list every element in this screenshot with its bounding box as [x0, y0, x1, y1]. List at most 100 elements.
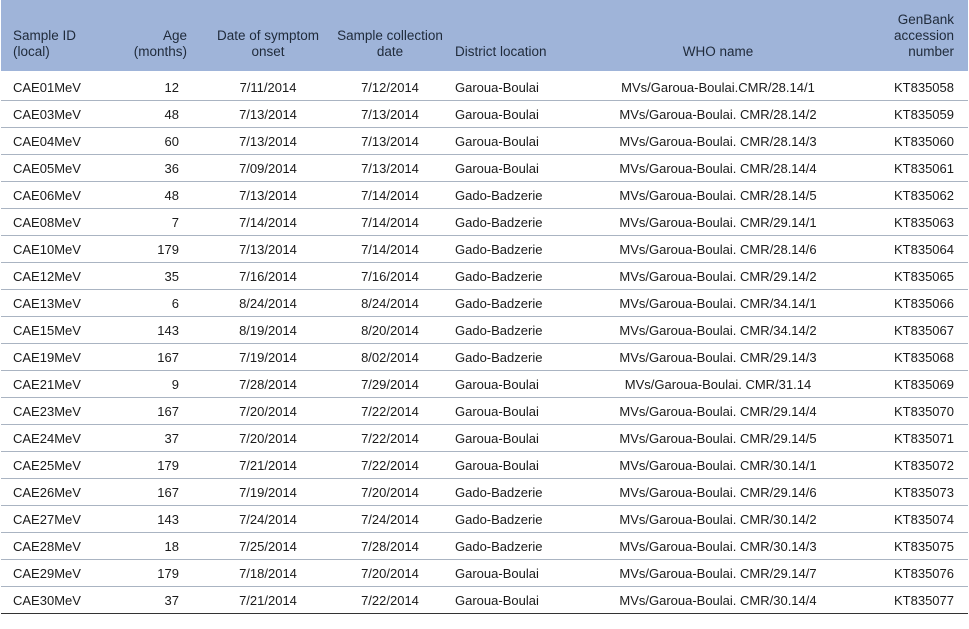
cell-who-name: MVs/Garoua-Boulai. CMR/34.14/2: [619, 322, 817, 338]
header-row: Sample ID (local) Age (months) Date of s…: [1, 0, 968, 71]
cell-collection-date: 7/20/2014: [361, 484, 419, 500]
cell-age: 167: [157, 403, 179, 419]
cell-district: Garoua-Boulai: [455, 106, 539, 122]
table-row: CAE01MeV 12 7/11/2014 7/12/2014 Garoua-Boula…: [1, 71, 968, 101]
cell-age: 9: [171, 376, 179, 392]
cell-age: 167: [157, 484, 179, 500]
cell-sample-id: CAE01MeV: [13, 79, 81, 95]
col-header-collection-date: Sample collection date: [337, 28, 443, 59]
table-row: CAE08MeV 7 7/14/2014 7/14/2014 Gado-Badzerie…: [1, 209, 968, 236]
table-row: CAE26MeV 167 7/19/2014 7/20/2014 Gado-Badzer…: [1, 479, 968, 506]
cell-sample-id: CAE29MeV: [13, 565, 81, 581]
cell-genbank: KT835070: [894, 403, 954, 419]
cell-sample-id: CAE05MeV: [13, 160, 81, 176]
cell-symptom-onset: 8/24/2014: [239, 295, 297, 311]
cell-symptom-onset: 7/19/2014: [239, 349, 297, 365]
cell-genbank: KT835069: [894, 376, 954, 392]
cell-symptom-onset: 7/11/2014: [239, 79, 297, 95]
cell-who-name: MVs/Garoua-Boulai. CMR/30.14/1: [619, 457, 817, 473]
cell-district: Gado-Badzerie: [455, 295, 543, 311]
cell-age: 179: [157, 565, 179, 581]
cell-who-name: MVs/Garoua-Boulai. CMR/28.14/5: [619, 187, 817, 203]
cell-genbank: KT835077: [894, 592, 954, 608]
cell-district: Garoua-Boulai: [455, 376, 539, 392]
measles-samples-table: Sample ID (local) Age (months) Date of s…: [1, 0, 968, 614]
cell-sample-id: CAE25MeV: [13, 457, 81, 473]
cell-collection-date: 7/22/2014: [361, 403, 419, 419]
cell-symptom-onset: 7/28/2014: [239, 376, 297, 392]
table-row: CAE28MeV 18 7/25/2014 7/28/2014 Gado-Badzeri…: [1, 533, 968, 560]
cell-symptom-onset: 7/21/2014: [239, 457, 297, 473]
cell-collection-date: 7/16/2014: [361, 268, 419, 284]
cell-collection-date: 7/13/2014: [361, 160, 419, 176]
cell-genbank: KT835071: [894, 430, 954, 446]
cell-collection-date: 7/12/2014: [361, 79, 419, 95]
table-row: CAE24MeV 37 7/20/2014 7/22/2014 Garoua-Boula…: [1, 425, 968, 452]
cell-collection-date: 7/29/2014: [361, 376, 419, 392]
cell-sample-id: CAE28MeV: [13, 538, 81, 554]
table-row: CAE23MeV 167 7/20/2014 7/22/2014 Garoua-Boul…: [1, 398, 968, 425]
cell-who-name: MVs/Garoua-Boulai.CMR/28.14/1: [621, 79, 815, 95]
table-body: CAE01MeV 12 7/11/2014 7/12/2014 Garoua-Boula…: [1, 71, 968, 614]
cell-symptom-onset: 7/14/2014: [239, 214, 297, 230]
cell-genbank: KT835074: [894, 511, 954, 527]
table-row: CAE21MeV 9 7/28/2014 7/29/2014 Garoua-Boulai…: [1, 371, 968, 398]
cell-district: Gado-Badzerie: [455, 268, 543, 284]
table-row: CAE12MeV 35 7/16/2014 7/16/2014 Gado-Badzeri…: [1, 263, 968, 290]
cell-district: Garoua-Boulai: [455, 403, 539, 419]
cell-who-name: MVs/Garoua-Boulai. CMR/29.14/6: [619, 484, 817, 500]
cell-district: Garoua-Boulai: [455, 79, 539, 95]
cell-who-name: MVs/Garoua-Boulai. CMR/29.14/4: [619, 403, 817, 419]
cell-sample-id: CAE27MeV: [13, 511, 81, 527]
cell-genbank: KT835076: [894, 565, 954, 581]
cell-district: Garoua-Boulai: [455, 160, 539, 176]
col-header-genbank: GenBank accession number: [893, 12, 954, 59]
cell-genbank: KT835068: [894, 349, 954, 365]
cell-sample-id: CAE06MeV: [13, 187, 81, 203]
table-row: CAE06MeV 48 7/13/2014 7/14/2014 Gado-Badzeri…: [1, 182, 968, 209]
table-row: CAE25MeV 179 7/21/2014 7/22/2014 Garoua-Boul…: [1, 452, 968, 479]
cell-district: Gado-Badzerie: [455, 322, 543, 338]
cell-collection-date: 8/20/2014: [361, 322, 419, 338]
cell-sample-id: CAE23MeV: [13, 403, 81, 419]
cell-district: Gado-Badzerie: [455, 214, 543, 230]
cell-symptom-onset: 7/13/2014: [239, 241, 297, 257]
cell-district: Gado-Badzerie: [455, 241, 543, 257]
cell-age: 35: [164, 268, 179, 284]
cell-sample-id: CAE30MeV: [13, 592, 81, 608]
cell-genbank: KT835063: [894, 214, 954, 230]
cell-age: 37: [164, 592, 179, 608]
cell-age: 48: [164, 106, 179, 122]
cell-district: Garoua-Boulai: [455, 457, 539, 473]
cell-age: 7: [171, 214, 179, 230]
cell-district: Gado-Badzerie: [455, 187, 543, 203]
cell-who-name: MVs/Garoua-Boulai. CMR/28.14/6: [619, 241, 817, 257]
cell-sample-id: CAE04MeV: [13, 133, 81, 149]
cell-symptom-onset: 7/18/2014: [239, 565, 297, 581]
cell-genbank: KT835075: [894, 538, 954, 554]
cell-age: 143: [157, 322, 179, 338]
cell-collection-date: 8/02/2014: [361, 349, 419, 365]
cell-genbank: KT835073: [894, 484, 954, 500]
cell-genbank: KT835061: [894, 160, 954, 176]
cell-collection-date: 7/22/2014: [361, 430, 419, 446]
cell-sample-id: CAE26MeV: [13, 484, 81, 500]
table-row: CAE03MeV 48 7/13/2014 7/13/2014 Garoua-Boula…: [1, 101, 968, 128]
cell-district: Garoua-Boulai: [455, 430, 539, 446]
cell-symptom-onset: 7/20/2014: [239, 403, 297, 419]
cell-genbank: KT835062: [894, 187, 954, 203]
cell-symptom-onset: 8/19/2014: [239, 322, 297, 338]
col-header-symptom-onset: Date of symptom onset: [216, 28, 320, 59]
cell-age: 48: [164, 187, 179, 203]
cell-symptom-onset: 7/09/2014: [239, 160, 297, 176]
table-row: CAE27MeV 143 7/24/2014 7/24/2014 Gado-Badzer…: [1, 506, 968, 533]
cell-age: 37: [164, 430, 179, 446]
cell-genbank: KT835067: [894, 322, 954, 338]
cell-who-name: MVs/Garoua-Boulai. CMR/29.14/3: [619, 349, 817, 365]
cell-district: Garoua-Boulai: [455, 592, 539, 608]
cell-district: Gado-Badzerie: [455, 484, 543, 500]
cell-genbank: KT835064: [894, 241, 954, 257]
col-header-age: Age (months): [133, 28, 187, 59]
cell-who-name: MVs/Garoua-Boulai. CMR/29.14/5: [619, 430, 817, 446]
cell-collection-date: 7/14/2014: [361, 241, 419, 257]
